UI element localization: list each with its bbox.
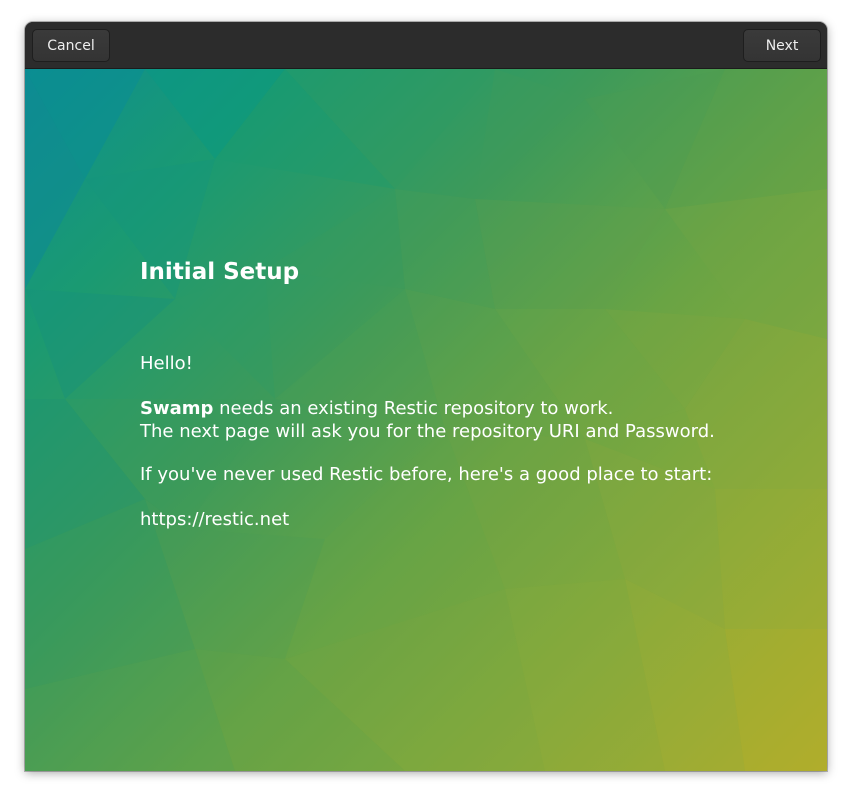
intro-paragraph: Swamp needs an existing Restic repositor…	[140, 397, 715, 443]
app-name: Swamp	[140, 398, 214, 419]
restic-hint-text: If you've never used Restic before, here…	[140, 464, 713, 485]
setup-window: Cancel Next Initial Setup Hello! Swamp n…	[25, 22, 827, 771]
headerbar: Cancel Next	[25, 22, 827, 69]
welcome-page: Initial Setup Hello! Swamp needs an exis…	[25, 69, 827, 771]
greeting-text: Hello!	[140, 353, 193, 374]
intro-text: needs an existing Restic repository to w…	[213, 398, 614, 419]
intro-line-2: The next page will ask you for the repos…	[140, 421, 715, 442]
page-title: Initial Setup	[140, 259, 300, 285]
next-button[interactable]: Next	[743, 29, 821, 62]
cancel-button[interactable]: Cancel	[32, 29, 110, 62]
restic-link[interactable]: https://restic.net	[140, 508, 289, 531]
